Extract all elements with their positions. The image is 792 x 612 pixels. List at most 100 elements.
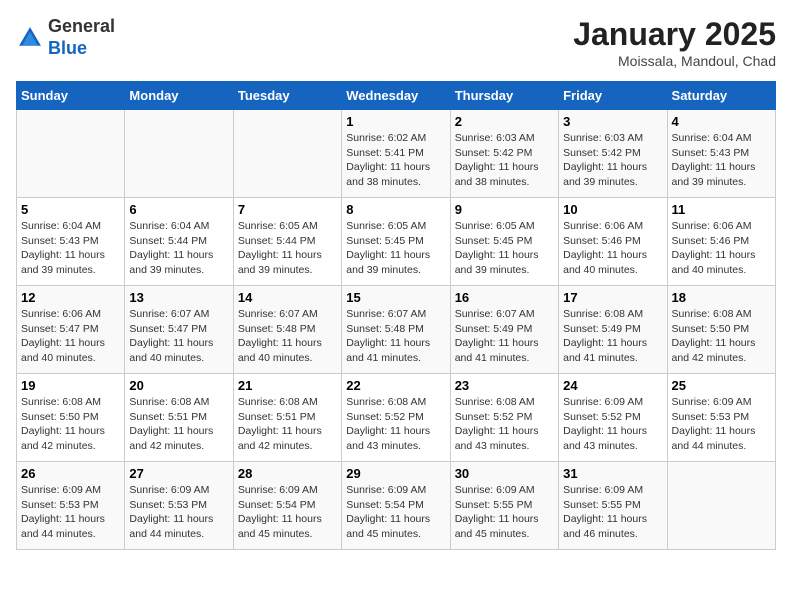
day-header-thursday: Thursday bbox=[450, 82, 558, 110]
day-info: Sunrise: 6:08 AM Sunset: 5:50 PM Dayligh… bbox=[672, 307, 771, 366]
day-number: 12 bbox=[21, 290, 120, 305]
day-info: Sunrise: 6:04 AM Sunset: 5:43 PM Dayligh… bbox=[672, 131, 771, 190]
calendar-cell: 6 Sunrise: 6:04 AM Sunset: 5:44 PM Daylig… bbox=[125, 198, 233, 286]
day-info: Sunrise: 6:03 AM Sunset: 5:42 PM Dayligh… bbox=[563, 131, 662, 190]
calendar-week-row: 5 Sunrise: 6:04 AM Sunset: 5:43 PM Daylig… bbox=[17, 198, 776, 286]
month-title: January 2025 bbox=[573, 16, 776, 53]
calendar-week-row: 19 Sunrise: 6:08 AM Sunset: 5:50 PM Dayli… bbox=[17, 374, 776, 462]
day-number: 14 bbox=[238, 290, 337, 305]
calendar-cell bbox=[667, 462, 775, 550]
calendar-cell: 28Sunrise: 6:09 AM Sunset: 5:54 PM Dayli… bbox=[233, 462, 341, 550]
day-number: 8 bbox=[346, 202, 445, 217]
day-number: 9 bbox=[455, 202, 554, 217]
day-info: Sunrise: 6:07 AM Sunset: 5:49 PM Dayligh… bbox=[455, 307, 554, 366]
calendar-cell: 1 Sunrise: 6:02 AM Sunset: 5:41 PM Daylig… bbox=[342, 110, 450, 198]
calendar-cell: 31 Sunrise: 6:09 AM Sunset: 5:55 PM Dayli… bbox=[559, 462, 667, 550]
calendar-cell: 30 Sunrise: 6:09 AM Sunset: 5:55 PM Dayli… bbox=[450, 462, 558, 550]
calendar-cell: 13 Sunrise: 6:07 AM Sunset: 5:47 PM Dayli… bbox=[125, 286, 233, 374]
day-info: Sunrise: 6:08 AM Sunset: 5:51 PM Dayligh… bbox=[238, 395, 337, 454]
day-info: Sunrise: 6:04 AM Sunset: 5:44 PM Dayligh… bbox=[129, 219, 228, 278]
calendar-week-row: 26 Sunrise: 6:09 AM Sunset: 5:53 PM Dayli… bbox=[17, 462, 776, 550]
day-info: Sunrise: 6:04 AM Sunset: 5:43 PM Dayligh… bbox=[21, 219, 120, 278]
day-number: 30 bbox=[455, 466, 554, 481]
day-info: Sunrise: 6:05 AM Sunset: 5:45 PM Dayligh… bbox=[455, 219, 554, 278]
day-number: 21 bbox=[238, 378, 337, 393]
day-number: 6 bbox=[129, 202, 228, 217]
page-header: General Blue January 2025 Moissala, Mand… bbox=[16, 16, 776, 69]
day-info: Sunrise: 6:02 AM Sunset: 5:41 PM Dayligh… bbox=[346, 131, 445, 190]
calendar-cell: 29 Sunrise: 6:09 AM Sunset: 5:54 PM Dayli… bbox=[342, 462, 450, 550]
calendar-cell: 8Sunrise: 6:05 AM Sunset: 5:45 PM Daylig… bbox=[342, 198, 450, 286]
day-number: 13 bbox=[129, 290, 228, 305]
calendar-cell: 20Sunrise: 6:08 AM Sunset: 5:51 PM Dayli… bbox=[125, 374, 233, 462]
calendar-cell: 7Sunrise: 6:05 AM Sunset: 5:44 PM Daylig… bbox=[233, 198, 341, 286]
day-info: Sunrise: 6:09 AM Sunset: 5:55 PM Dayligh… bbox=[563, 483, 662, 542]
day-number: 20 bbox=[129, 378, 228, 393]
day-number: 27 bbox=[129, 466, 228, 481]
day-info: Sunrise: 6:06 AM Sunset: 5:46 PM Dayligh… bbox=[563, 219, 662, 278]
calendar-cell: 10 Sunrise: 6:06 AM Sunset: 5:46 PM Dayli… bbox=[559, 198, 667, 286]
calendar-cell: 9 Sunrise: 6:05 AM Sunset: 5:45 PM Daylig… bbox=[450, 198, 558, 286]
day-number: 26 bbox=[21, 466, 120, 481]
day-info: Sunrise: 6:09 AM Sunset: 5:55 PM Dayligh… bbox=[455, 483, 554, 542]
day-header-wednesday: Wednesday bbox=[342, 82, 450, 110]
calendar-cell: 17 Sunrise: 6:08 AM Sunset: 5:49 PM Dayli… bbox=[559, 286, 667, 374]
calendar-cell: 11Sunrise: 6:06 AM Sunset: 5:46 PM Dayli… bbox=[667, 198, 775, 286]
day-info: Sunrise: 6:08 AM Sunset: 5:50 PM Dayligh… bbox=[21, 395, 120, 454]
day-number: 5 bbox=[21, 202, 120, 217]
day-number: 23 bbox=[455, 378, 554, 393]
calendar-cell: 4Sunrise: 6:04 AM Sunset: 5:43 PM Daylig… bbox=[667, 110, 775, 198]
day-number: 18 bbox=[672, 290, 771, 305]
calendar-cell bbox=[17, 110, 125, 198]
day-header-sunday: Sunday bbox=[17, 82, 125, 110]
day-info: Sunrise: 6:09 AM Sunset: 5:53 PM Dayligh… bbox=[129, 483, 228, 542]
day-number: 17 bbox=[563, 290, 662, 305]
day-number: 15 bbox=[346, 290, 445, 305]
calendar-header-row: SundayMondayTuesdayWednesdayThursdayFrid… bbox=[17, 82, 776, 110]
day-info: Sunrise: 6:03 AM Sunset: 5:42 PM Dayligh… bbox=[455, 131, 554, 190]
calendar-cell: 26Sunrise: 6:09 AM Sunset: 5:53 PM Dayli… bbox=[17, 462, 125, 550]
day-info: Sunrise: 6:09 AM Sunset: 5:54 PM Dayligh… bbox=[238, 483, 337, 542]
day-info: Sunrise: 6:06 AM Sunset: 5:46 PM Dayligh… bbox=[672, 219, 771, 278]
day-info: Sunrise: 6:06 AM Sunset: 5:47 PM Dayligh… bbox=[21, 307, 120, 366]
calendar-cell: 24 Sunrise: 6:09 AM Sunset: 5:52 PM Dayli… bbox=[559, 374, 667, 462]
day-number: 29 bbox=[346, 466, 445, 481]
day-header-monday: Monday bbox=[125, 82, 233, 110]
day-number: 3 bbox=[563, 114, 662, 129]
calendar-cell bbox=[233, 110, 341, 198]
calendar-cell: 5 Sunrise: 6:04 AM Sunset: 5:43 PM Daylig… bbox=[17, 198, 125, 286]
day-number: 2 bbox=[455, 114, 554, 129]
day-number: 1 bbox=[346, 114, 445, 129]
day-number: 16 bbox=[455, 290, 554, 305]
day-info: Sunrise: 6:09 AM Sunset: 5:52 PM Dayligh… bbox=[563, 395, 662, 454]
day-info: Sunrise: 6:08 AM Sunset: 5:52 PM Dayligh… bbox=[455, 395, 554, 454]
day-info: Sunrise: 6:07 AM Sunset: 5:47 PM Dayligh… bbox=[129, 307, 228, 366]
day-number: 7 bbox=[238, 202, 337, 217]
calendar-week-row: 1 Sunrise: 6:02 AM Sunset: 5:41 PM Daylig… bbox=[17, 110, 776, 198]
logo: General Blue bbox=[16, 16, 115, 59]
day-number: 19 bbox=[21, 378, 120, 393]
logo-icon bbox=[16, 24, 44, 52]
day-number: 10 bbox=[563, 202, 662, 217]
day-number: 31 bbox=[563, 466, 662, 481]
calendar-cell bbox=[125, 110, 233, 198]
calendar-cell: 19 Sunrise: 6:08 AM Sunset: 5:50 PM Dayli… bbox=[17, 374, 125, 462]
day-info: Sunrise: 6:07 AM Sunset: 5:48 PM Dayligh… bbox=[238, 307, 337, 366]
calendar-cell: 21 Sunrise: 6:08 AM Sunset: 5:51 PM Dayli… bbox=[233, 374, 341, 462]
day-info: Sunrise: 6:08 AM Sunset: 5:52 PM Dayligh… bbox=[346, 395, 445, 454]
day-number: 22 bbox=[346, 378, 445, 393]
day-info: Sunrise: 6:08 AM Sunset: 5:49 PM Dayligh… bbox=[563, 307, 662, 366]
calendar-cell: 27 Sunrise: 6:09 AM Sunset: 5:53 PM Dayli… bbox=[125, 462, 233, 550]
calendar-week-row: 12 Sunrise: 6:06 AM Sunset: 5:47 PM Dayli… bbox=[17, 286, 776, 374]
calendar-cell: 23 Sunrise: 6:08 AM Sunset: 5:52 PM Dayli… bbox=[450, 374, 558, 462]
calendar-cell: 15 Sunrise: 6:07 AM Sunset: 5:48 PM Dayli… bbox=[342, 286, 450, 374]
logo-general-text: General bbox=[48, 16, 115, 36]
calendar-cell: 18 Sunrise: 6:08 AM Sunset: 5:50 PM Dayli… bbox=[667, 286, 775, 374]
day-info: Sunrise: 6:07 AM Sunset: 5:48 PM Dayligh… bbox=[346, 307, 445, 366]
day-header-saturday: Saturday bbox=[667, 82, 775, 110]
day-info: Sunrise: 6:09 AM Sunset: 5:54 PM Dayligh… bbox=[346, 483, 445, 542]
day-number: 24 bbox=[563, 378, 662, 393]
calendar-cell: 12 Sunrise: 6:06 AM Sunset: 5:47 PM Dayli… bbox=[17, 286, 125, 374]
title-block: January 2025 Moissala, Mandoul, Chad bbox=[573, 16, 776, 69]
day-info: Sunrise: 6:09 AM Sunset: 5:53 PM Dayligh… bbox=[672, 395, 771, 454]
